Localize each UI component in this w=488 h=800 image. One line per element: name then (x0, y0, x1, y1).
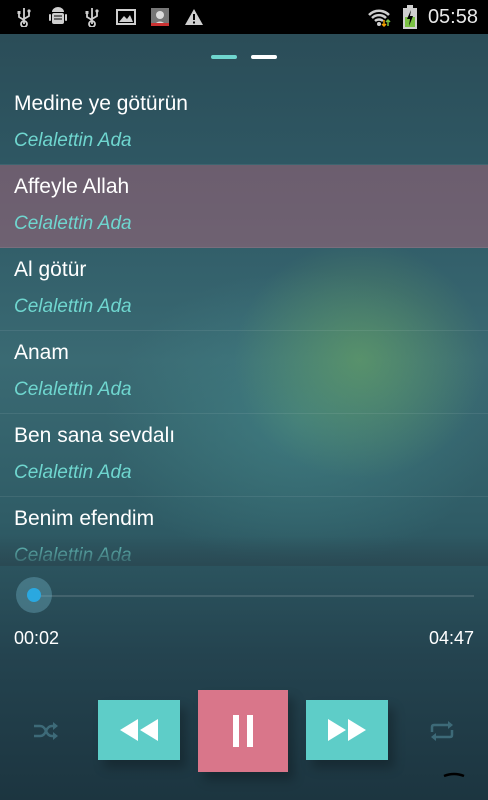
wifi-icon (366, 7, 392, 28)
page-indicator-dot[interactable] (251, 55, 277, 59)
track-title: Anam (14, 341, 69, 364)
android-debug-icon (48, 7, 68, 27)
warning-icon (184, 7, 204, 27)
current-time: 00:02 (14, 628, 60, 648)
playlist-item[interactable]: Ben sana sevdalı Celalettin Ada (0, 414, 488, 497)
usb-icon (82, 7, 102, 27)
battery-charging-icon (402, 5, 418, 29)
page-indicator (0, 55, 488, 59)
track-artist: Celalettin Ada (14, 379, 132, 400)
playlist-item[interactable]: Benim efendim Celalettin Ada (0, 497, 488, 566)
track-artist: Celalettin Ada (14, 296, 132, 317)
pause-button[interactable] (198, 690, 288, 772)
playlist-item-selected[interactable]: Affeyle Allah Celalettin Ada (0, 165, 488, 248)
seek-track[interactable] (35, 595, 474, 597)
track-artist: Celalettin Ada (14, 213, 132, 234)
music-player-screen: 05:58 Medine ye götürün Celalettin Ada A… (0, 0, 488, 800)
playback-controls (0, 690, 488, 772)
image-icon (116, 7, 136, 27)
status-clock: 05:58 (427, 5, 478, 28)
track-title: Affeyle Allah (14, 175, 130, 198)
track-artist: Celalettin Ada (14, 462, 132, 483)
total-duration: 04:47 (428, 628, 474, 648)
seek-thumb[interactable] (16, 577, 52, 613)
page-indicator-dot-active[interactable] (211, 55, 237, 59)
next-button[interactable] (306, 700, 388, 760)
rewind-icon (120, 719, 158, 741)
playlist-item[interactable]: Al götür Celalettin Ada (0, 248, 488, 331)
shuffle-icon[interactable] (32, 718, 60, 744)
playlist: Medine ye götürün Celalettin Ada Affeyle… (0, 82, 488, 566)
usb-icon (14, 7, 34, 27)
playlist-item[interactable]: Medine ye götürün Celalettin Ada (0, 82, 488, 165)
seek-thumb-center (27, 588, 41, 602)
track-title: Ben sana sevdalı (14, 424, 176, 447)
track-title: Al götür (14, 258, 87, 281)
repeat-icon[interactable] (428, 718, 456, 744)
pause-icon (233, 715, 253, 747)
playlist-item[interactable]: Anam Celalettin Ada (0, 331, 488, 414)
status-bar: 05:58 (0, 0, 488, 34)
seek-bar[interactable] (0, 575, 488, 615)
track-artist: Celalettin Ada (14, 545, 132, 566)
track-artist: Celalettin Ada (14, 130, 132, 151)
previous-button[interactable] (98, 700, 180, 760)
collapse-handle-icon[interactable] (442, 772, 466, 778)
fast-forward-icon (328, 719, 366, 741)
track-title: Medine ye götürün (14, 92, 188, 115)
profile-image-icon (150, 7, 170, 27)
track-title: Benim efendim (14, 507, 155, 530)
